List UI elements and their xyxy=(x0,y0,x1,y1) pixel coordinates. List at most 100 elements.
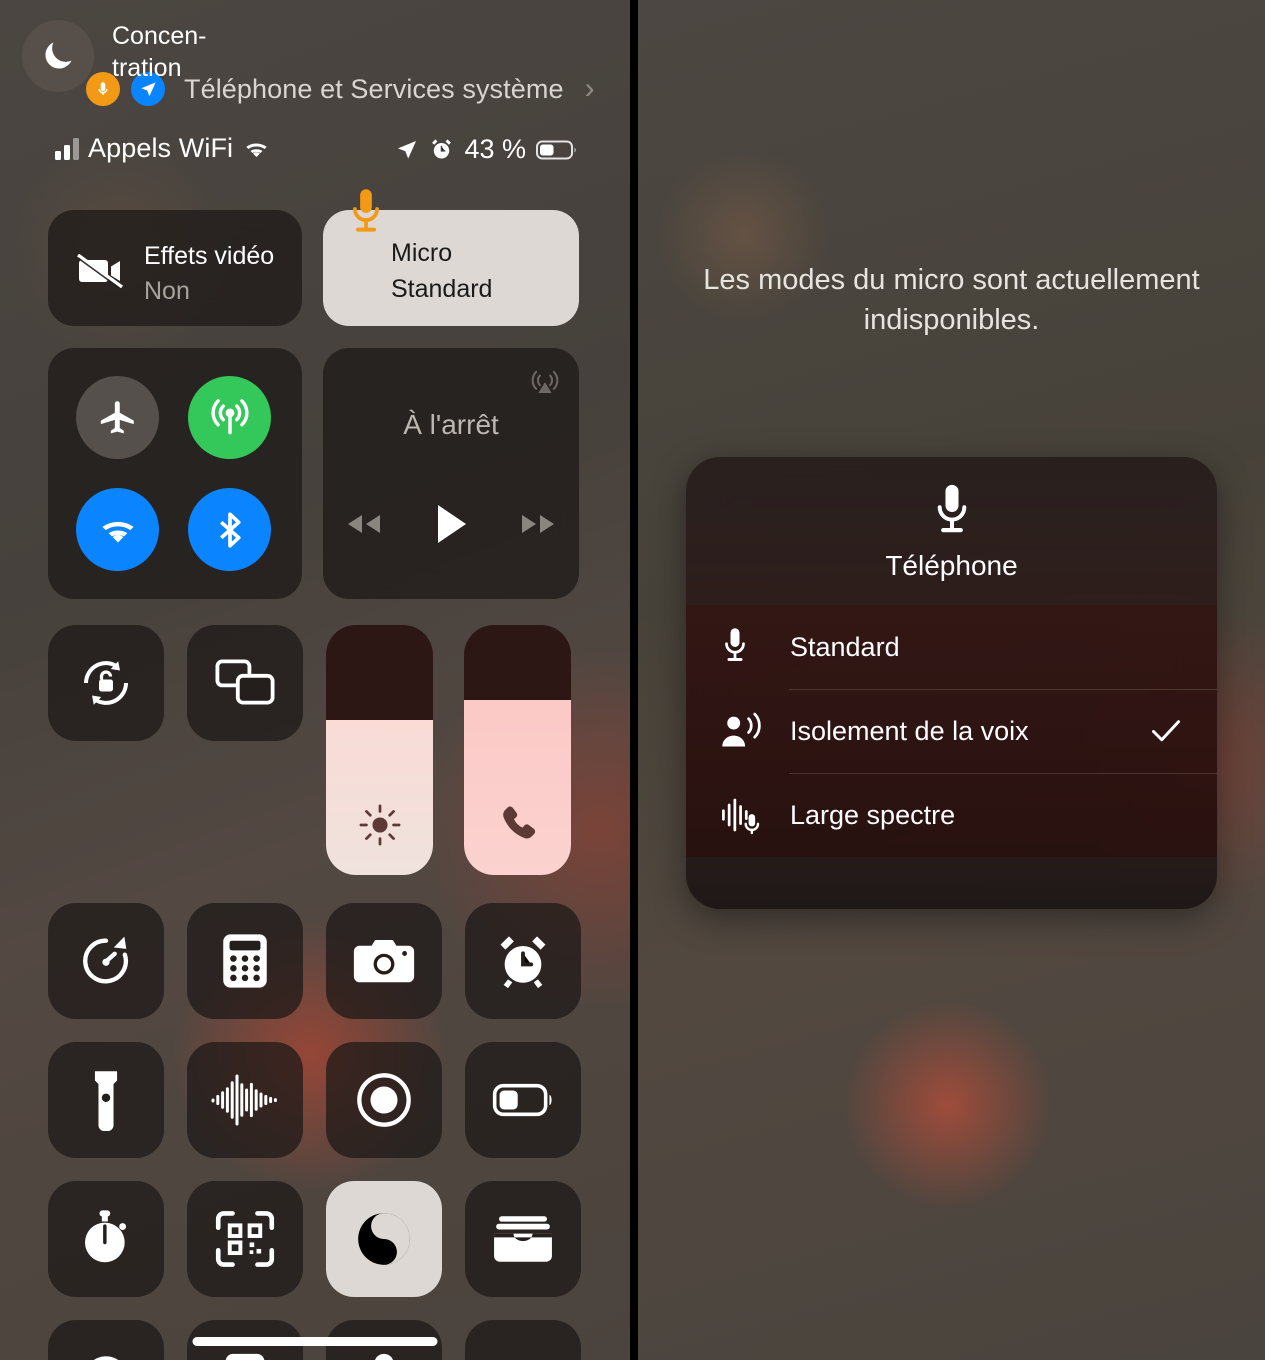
carrier-label: Appels WiFi xyxy=(88,133,234,163)
alarm-button[interactable] xyxy=(465,903,581,1019)
connectivity-tile xyxy=(48,348,302,599)
control-center-panel: Téléphone et Services système › Appels W… xyxy=(0,0,630,1360)
partial-icon xyxy=(220,1349,270,1360)
rotation-lock-button[interactable] xyxy=(48,625,164,741)
bluetooth-button[interactable] xyxy=(188,488,271,571)
partial-icon xyxy=(77,1349,135,1360)
mic-mode-label: Isolement de la voix xyxy=(790,715,1029,746)
code-scanner-button[interactable] xyxy=(187,1181,303,1297)
camera-icon xyxy=(353,936,415,986)
mic-mode-panel: Les modes du micro sont actuellement ind… xyxy=(638,0,1265,1360)
partial-icon xyxy=(359,1349,409,1360)
mic-mode-label: Large spectre xyxy=(790,799,956,830)
controls-grid xyxy=(48,903,582,1360)
partial-icon xyxy=(494,1356,552,1360)
mic-mode-item-standard[interactable]: Standard xyxy=(686,605,1217,689)
focus-label: Concen-tration xyxy=(112,22,207,82)
dark-mode-button[interactable] xyxy=(326,1181,442,1297)
camera-button[interactable] xyxy=(326,903,442,1019)
mic-mode-menu-header: Téléphone xyxy=(686,457,1217,605)
voice-isolation-icon xyxy=(720,712,776,750)
status-bar-left: Appels WiFi xyxy=(55,133,271,164)
airplay-audio-icon[interactable] xyxy=(529,365,561,397)
waveform-icon xyxy=(211,1072,279,1128)
video-effects-value: Non xyxy=(144,277,190,305)
brightness-slider-fill xyxy=(326,720,433,875)
status-bar: Appels WiFi 43 % xyxy=(55,133,576,175)
airplane-mode-button[interactable] xyxy=(76,376,159,459)
mic-mode-menu-title: Téléphone xyxy=(885,550,1018,581)
wifi-icon xyxy=(242,138,271,160)
alarm-clock-icon xyxy=(429,137,454,162)
flashlight-icon xyxy=(90,1069,122,1131)
partial-tile-1[interactable] xyxy=(48,1320,164,1360)
wide-spectrum-icon xyxy=(720,795,776,835)
cellular-data-button[interactable] xyxy=(188,376,271,459)
calculator-icon xyxy=(220,932,270,990)
screen-record-button[interactable] xyxy=(326,1042,442,1158)
screen-mirroring-icon xyxy=(215,659,275,707)
home-indicator xyxy=(192,1337,438,1346)
wifi-button[interactable] xyxy=(76,488,159,571)
cellular-antenna-icon xyxy=(208,396,252,440)
stopwatch-icon xyxy=(78,1209,134,1269)
wallet-button[interactable] xyxy=(465,1181,581,1297)
timer-button[interactable] xyxy=(48,903,164,1019)
mic-mode-item-wide-spectrum[interactable]: Large spectre xyxy=(686,773,1217,857)
flashlight-button[interactable] xyxy=(48,1042,164,1158)
brightness-slider[interactable] xyxy=(326,625,433,875)
micro-title: Micro xyxy=(391,239,453,267)
panel-divider xyxy=(630,0,638,1360)
micro-value: Standard xyxy=(391,275,493,303)
now-playing-status: À l'arrêt xyxy=(403,409,499,440)
cellular-bars-icon xyxy=(55,137,79,160)
phone-handset-icon xyxy=(464,801,571,847)
battery-icon xyxy=(492,1083,554,1117)
video-effects-title: Effets vidéo xyxy=(144,242,275,270)
mic-mode-menu-footer xyxy=(686,857,1217,909)
video-effects-tile[interactable]: Effets vidéo Non xyxy=(48,210,302,326)
airplane-icon xyxy=(97,397,139,439)
wifi-icon xyxy=(96,513,140,547)
fast-forward-icon[interactable] xyxy=(518,511,560,537)
calculator-button[interactable] xyxy=(187,903,303,1019)
micro-mode-tile[interactable]: Micro Standard xyxy=(323,189,579,326)
voice-memos-button[interactable] xyxy=(187,1042,303,1158)
timer-icon xyxy=(77,932,135,990)
mic-modes-unavailable-message: Les modes du micro sont actuellement ind… xyxy=(703,264,1200,336)
moon-icon xyxy=(22,20,94,92)
low-power-mode-button[interactable] xyxy=(465,1042,581,1158)
video-camera-slash-icon xyxy=(76,254,124,288)
mic-mode-label: Standard xyxy=(790,631,900,662)
checkmark-icon xyxy=(1151,718,1181,744)
media-transport-controls xyxy=(323,503,579,545)
volume-slider[interactable] xyxy=(464,625,571,875)
microphone-icon xyxy=(347,187,385,239)
screen-mirroring-button[interactable] xyxy=(187,625,303,741)
dark-mode-contrast-icon xyxy=(353,1208,415,1270)
now-playing-tile[interactable]: À l'arrêt xyxy=(323,348,579,599)
rewind-icon[interactable] xyxy=(342,511,384,537)
chevron-right-icon: › xyxy=(584,72,595,105)
location-arrow-icon xyxy=(395,138,419,162)
controls-grid-row xyxy=(48,903,582,1042)
rotation-lock-icon xyxy=(76,653,136,713)
play-icon[interactable] xyxy=(434,503,468,545)
partial-tile-4[interactable] xyxy=(465,1320,581,1360)
mic-mode-menu-list: Standard Isolement de la voix Large spec… xyxy=(686,605,1217,857)
alarm-clock-icon xyxy=(494,932,552,990)
mic-mode-menu: Téléphone Standard Isolement de la voix … xyxy=(686,457,1217,909)
screenshot-stage: Téléphone et Services système › Appels W… xyxy=(0,0,1265,1360)
mic-mode-item-voice-isolation[interactable]: Isolement de la voix xyxy=(686,689,1217,773)
bluetooth-icon xyxy=(209,509,251,551)
controls-grid-row xyxy=(48,1181,582,1320)
status-bar-right: 43 % xyxy=(395,134,580,165)
microphone-icon xyxy=(720,627,776,667)
qr-scanner-icon xyxy=(215,1210,275,1268)
battery-percent-label: 43 % xyxy=(464,134,526,164)
stopwatch-button[interactable] xyxy=(48,1181,164,1297)
microphone-icon xyxy=(686,483,1217,541)
record-circle-icon xyxy=(355,1071,413,1129)
volume-slider-fill xyxy=(464,700,571,875)
brightness-sun-icon xyxy=(326,803,433,847)
